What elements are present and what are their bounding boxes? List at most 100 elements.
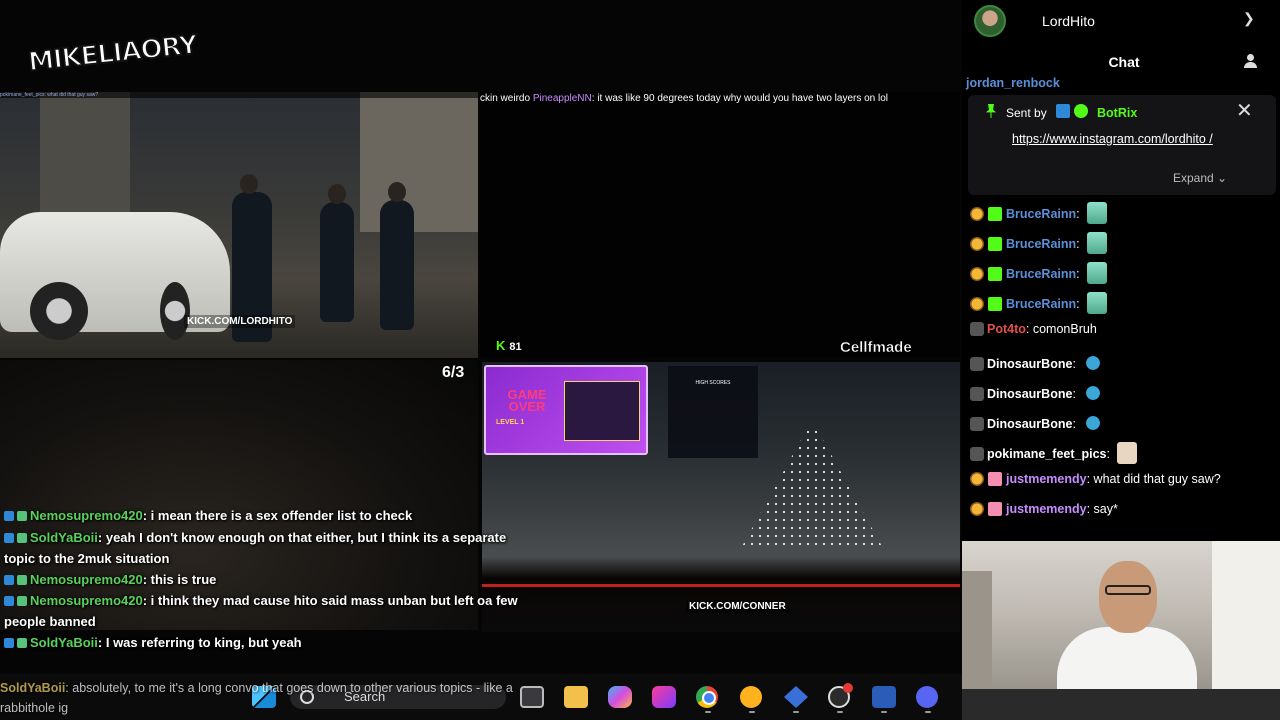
running-indicator — [881, 711, 887, 713]
officer — [380, 182, 414, 330]
badge-icon — [4, 638, 14, 648]
pinned-link[interactable]: https://www.instagram.com/lordhito / — [1012, 129, 1238, 149]
overlay-username: SoldYaBoii — [30, 635, 98, 650]
drive-url-label: KICK.COM/CONNER — [686, 600, 789, 613]
game-over-panel: GAME OVER LEVEL 1 — [484, 365, 648, 455]
chat-text: what did that guy saw? — [1093, 472, 1221, 486]
user-badge-icon — [970, 322, 984, 336]
word-icon[interactable] — [872, 686, 896, 708]
overlay-message-faded: SoldYaBoii: absolutely, to me it's a lon… — [0, 678, 540, 718]
chat-username[interactable]: BruceRainn — [1006, 237, 1076, 251]
channel-username[interactable]: LordHito — [1042, 13, 1095, 29]
video-tile-dark — [480, 92, 960, 358]
shelf — [962, 571, 992, 691]
streamer-head — [1099, 561, 1157, 633]
verified-badge-icon — [1074, 104, 1088, 118]
viewer-count: K 81 — [496, 338, 522, 353]
badge-icon — [17, 596, 27, 606]
chat-message: pokimane_feet_pics: — [970, 442, 1138, 464]
copilot-icon[interactable] — [608, 686, 632, 708]
bird-emote-icon — [1083, 352, 1104, 374]
avatar[interactable] — [974, 5, 1006, 37]
dashboard-line — [482, 584, 960, 587]
chat-message: justmemendy: what did that guy saw? — [970, 472, 1221, 494]
subscriber-badge-icon — [970, 472, 984, 486]
stream-video[interactable]: KICK.COM/LORDHITO pokimane_feet_pics: wh… — [0, 0, 962, 720]
chrome-icon[interactable] — [696, 686, 718, 708]
chat-overlay: Nemosupremo420: i mean there is a sex of… — [0, 505, 540, 654]
overlay-message: Nemosupremo420: i think they mad cause h… — [0, 590, 540, 632]
discord-icon[interactable] — [916, 686, 938, 708]
chat-username[interactable]: justmemendy — [1006, 502, 1087, 516]
chat-message: Pot4to: comonBruh — [970, 322, 1097, 344]
chat-separator: : — [1076, 237, 1084, 251]
overlay-username: Nemosupremo420 — [30, 571, 143, 587]
leaderboard-panel — [564, 381, 640, 441]
subscriber-badge-icon — [970, 297, 984, 311]
chat-separator: : — [1076, 297, 1084, 311]
overlay-username: Nemosupremo420 — [30, 508, 143, 523]
officer — [320, 184, 354, 322]
street-url-label: KICK.COM/LORDHITO — [184, 315, 296, 328]
chat-message: DinosaurBone: — [970, 352, 1104, 374]
chat-separator: : — [1025, 322, 1033, 336]
ticker-prefix: ckin weirdo — [480, 93, 531, 104]
webcam-overlay — [962, 541, 1280, 720]
chat-username[interactable]: DinosaurBone — [987, 417, 1072, 431]
picsart-icon[interactable] — [652, 686, 676, 708]
game-over-level: LEVEL 1 — [496, 419, 525, 426]
chat-username[interactable]: pokimane_feet_pics — [987, 447, 1107, 461]
badge-icon — [17, 574, 27, 585]
overlay-message: Nemosupremo420: i mean there is a sex of… — [0, 505, 540, 527]
subscriber-badge-icon — [970, 207, 984, 221]
chat-message: BruceRainn: — [970, 292, 1108, 314]
tile-count: 6/3 — [442, 364, 465, 381]
chevron-down-icon[interactable]: ❯ — [1243, 10, 1255, 27]
bot-badge-icon — [1056, 104, 1070, 118]
viewer-count-value: 81 — [509, 341, 522, 353]
chat-separator: : — [1072, 417, 1080, 431]
expand-button[interactable]: Expand ⌄ — [1173, 171, 1227, 185]
chat-username[interactable]: BruceRainn — [1006, 207, 1076, 221]
ghost-emote-icon — [1087, 202, 1108, 224]
badge-icon — [17, 532, 27, 543]
screen: KICK.COM/LORDHITO pokimane_feet_pics: wh… — [0, 0, 1280, 720]
badge-icon — [17, 511, 27, 521]
user-badge-icon — [970, 447, 984, 461]
gift-badge-icon — [988, 267, 1002, 281]
ghost-emote-icon — [1087, 232, 1108, 254]
chat-message: DinosaurBone: — [970, 412, 1104, 434]
chat-username[interactable]: justmemendy — [1006, 472, 1087, 486]
overlay-username: SoldYaBoii — [0, 681, 66, 695]
close-icon[interactable]: ✕ — [1236, 101, 1253, 121]
chat-separator: : — [1106, 447, 1114, 461]
running-indicator — [837, 711, 843, 713]
overlay-text: : absolutely, to me it's a long convo th… — [0, 681, 513, 715]
chat-separator: : — [1076, 267, 1084, 281]
ticker-message: it was like 90 degrees today why would y… — [597, 93, 889, 104]
chat-username[interactable]: BruceRainn — [1006, 297, 1076, 311]
chat-separator: : — [1076, 207, 1084, 221]
chat-username[interactable]: BruceRainn — [1006, 267, 1076, 281]
video-tile-street: KICK.COM/LORDHITO — [0, 92, 478, 358]
subscriber-badge-icon — [970, 237, 984, 251]
running-indicator — [925, 711, 931, 713]
ticker-name: PineappleNN — [532, 93, 592, 104]
chat-message: BruceRainn: — [970, 202, 1108, 224]
users-icon[interactable] — [1244, 54, 1260, 68]
chat-username[interactable]: Pot4to — [987, 322, 1026, 336]
pin-icon — [986, 104, 996, 118]
running-indicator — [705, 711, 711, 713]
chat-username[interactable]: DinosaurBone — [987, 357, 1072, 371]
sun-app-icon[interactable] — [740, 686, 762, 708]
gift-badge-icon — [988, 472, 1002, 486]
overlay-text: : I was referring to king, but yeah — [97, 635, 302, 650]
file-explorer-icon[interactable] — [564, 686, 588, 708]
wheel — [160, 282, 190, 340]
channel-header[interactable]: LordHito ❯ — [962, 0, 1280, 42]
running-indicator — [749, 711, 755, 713]
overlay-text: : i mean there is a sex offender list to… — [142, 508, 413, 523]
pinned-bot-name[interactable]: BotRix — [1097, 106, 1137, 120]
chat-username[interactable]: DinosaurBone — [987, 387, 1072, 401]
user-badge-icon — [970, 357, 984, 371]
